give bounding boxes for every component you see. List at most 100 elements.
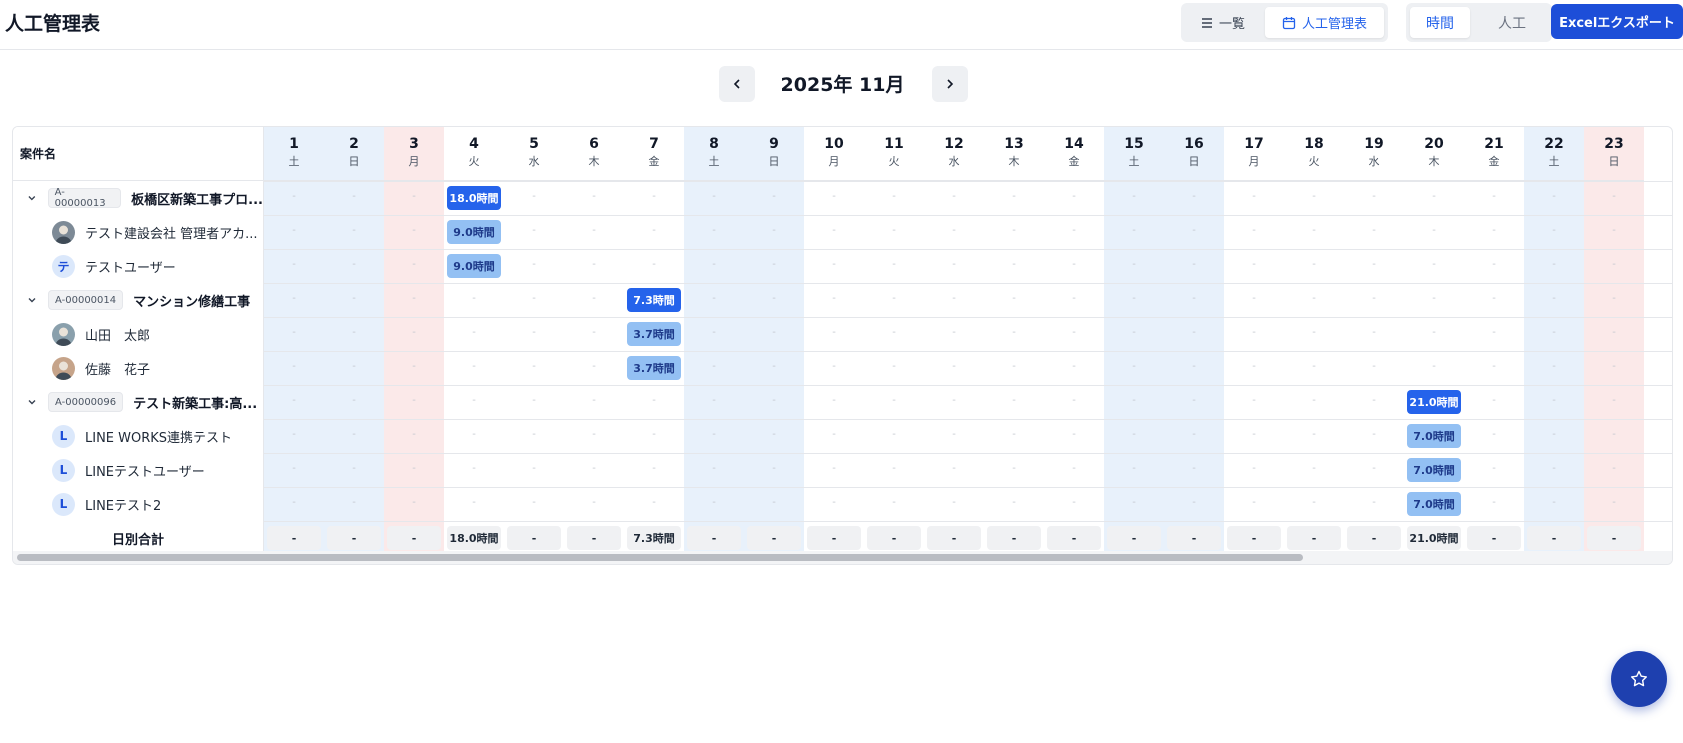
empty-cell[interactable]: - (1344, 293, 1404, 304)
empty-cell[interactable]: - (1284, 429, 1344, 440)
empty-cell[interactable]: - (1284, 293, 1344, 304)
empty-cell[interactable]: - (1344, 327, 1404, 338)
empty-cell[interactable]: - (684, 259, 744, 270)
empty-cell[interactable]: - (1464, 259, 1524, 270)
empty-cell[interactable]: - (564, 361, 624, 372)
empty-cell[interactable]: - (444, 497, 504, 508)
empty-cell[interactable]: - (1164, 259, 1224, 270)
empty-cell[interactable]: - (1104, 191, 1164, 202)
empty-cell[interactable]: - (804, 293, 864, 304)
empty-cell[interactable]: - (1164, 395, 1224, 406)
empty-cell[interactable]: - (264, 429, 324, 440)
empty-cell[interactable]: - (924, 191, 984, 202)
empty-cell[interactable]: - (1524, 327, 1584, 338)
view-mode-table-button[interactable]: 人工管理表 (1265, 7, 1384, 38)
empty-cell[interactable]: - (1044, 361, 1104, 372)
empty-cell[interactable]: - (324, 395, 384, 406)
empty-cell[interactable]: - (1464, 361, 1524, 372)
empty-cell[interactable]: - (1404, 327, 1464, 338)
empty-cell[interactable]: - (564, 463, 624, 474)
empty-cell[interactable]: - (1344, 395, 1404, 406)
empty-cell[interactable]: - (804, 497, 864, 508)
empty-cell[interactable]: - (984, 259, 1044, 270)
unit-hours-button[interactable]: 時間 (1410, 7, 1470, 38)
empty-cell[interactable]: - (1344, 497, 1404, 508)
empty-cell[interactable]: - (924, 293, 984, 304)
empty-cell[interactable]: - (624, 429, 684, 440)
empty-cell[interactable]: - (1284, 225, 1344, 236)
empty-cell[interactable]: - (1044, 463, 1104, 474)
empty-cell[interactable]: - (1344, 429, 1404, 440)
empty-cell[interactable]: - (984, 429, 1044, 440)
empty-cell[interactable]: - (804, 463, 864, 474)
empty-cell[interactable]: - (1224, 361, 1284, 372)
hours-badge[interactable]: 7.3時間 (627, 288, 681, 312)
empty-cell[interactable]: - (264, 361, 324, 372)
empty-cell[interactable]: - (324, 191, 384, 202)
empty-cell[interactable]: - (1224, 259, 1284, 270)
empty-cell[interactable]: - (504, 361, 564, 372)
hours-badge[interactable]: 9.0時間 (447, 220, 501, 244)
empty-cell[interactable]: - (1584, 327, 1644, 338)
empty-cell[interactable]: - (264, 225, 324, 236)
empty-cell[interactable]: - (384, 463, 444, 474)
empty-cell[interactable]: - (564, 429, 624, 440)
next-month-button[interactable] (932, 66, 968, 102)
empty-cell[interactable]: - (624, 259, 684, 270)
empty-cell[interactable]: - (984, 463, 1044, 474)
project-row-header[interactable]: A-00000014 マンション修繕工事 (13, 283, 264, 317)
empty-cell[interactable]: - (504, 327, 564, 338)
empty-cell[interactable]: - (684, 191, 744, 202)
empty-cell[interactable]: - (1104, 463, 1164, 474)
empty-cell[interactable]: - (1584, 293, 1644, 304)
empty-cell[interactable]: - (504, 497, 564, 508)
empty-cell[interactable]: - (444, 327, 504, 338)
empty-cell[interactable]: - (984, 361, 1044, 372)
empty-cell[interactable]: - (924, 463, 984, 474)
hours-badge[interactable]: 18.0時間 (447, 186, 501, 210)
empty-cell[interactable]: - (744, 361, 804, 372)
empty-cell[interactable]: - (384, 327, 444, 338)
empty-cell[interactable]: - (744, 259, 804, 270)
empty-cell[interactable]: - (1524, 361, 1584, 372)
empty-cell[interactable]: - (684, 429, 744, 440)
empty-cell[interactable]: - (1464, 191, 1524, 202)
empty-cell[interactable]: - (1524, 497, 1584, 508)
empty-cell[interactable]: - (1584, 361, 1644, 372)
empty-cell[interactable]: - (804, 429, 864, 440)
empty-cell[interactable]: - (1044, 429, 1104, 440)
empty-cell[interactable]: - (1224, 497, 1284, 508)
empty-cell[interactable]: - (1284, 395, 1344, 406)
empty-cell[interactable]: - (1284, 361, 1344, 372)
empty-cell[interactable]: - (864, 497, 924, 508)
empty-cell[interactable]: - (1524, 429, 1584, 440)
empty-cell[interactable]: - (1104, 259, 1164, 270)
empty-cell[interactable]: - (1164, 225, 1224, 236)
empty-cell[interactable]: - (744, 429, 804, 440)
empty-cell[interactable]: - (1524, 463, 1584, 474)
empty-cell[interactable]: - (1524, 191, 1584, 202)
empty-cell[interactable]: - (1584, 259, 1644, 270)
empty-cell[interactable]: - (1464, 327, 1524, 338)
empty-cell[interactable]: - (1524, 259, 1584, 270)
empty-cell[interactable]: - (444, 429, 504, 440)
empty-cell[interactable]: - (924, 327, 984, 338)
empty-cell[interactable]: - (1584, 463, 1644, 474)
empty-cell[interactable]: - (744, 463, 804, 474)
empty-cell[interactable]: - (564, 191, 624, 202)
excel-export-button[interactable]: Excelエクスポート (1551, 4, 1683, 39)
empty-cell[interactable]: - (1584, 225, 1644, 236)
empty-cell[interactable]: - (504, 293, 564, 304)
empty-cell[interactable]: - (1404, 361, 1464, 372)
hours-badge[interactable]: 3.7時間 (627, 356, 681, 380)
empty-cell[interactable]: - (1224, 293, 1284, 304)
empty-cell[interactable]: - (1224, 429, 1284, 440)
empty-cell[interactable]: - (564, 327, 624, 338)
empty-cell[interactable]: - (444, 361, 504, 372)
empty-cell[interactable]: - (744, 497, 804, 508)
empty-cell[interactable]: - (864, 225, 924, 236)
empty-cell[interactable]: - (624, 395, 684, 406)
empty-cell[interactable]: - (804, 191, 864, 202)
empty-cell[interactable]: - (504, 429, 564, 440)
empty-cell[interactable]: - (1164, 463, 1224, 474)
